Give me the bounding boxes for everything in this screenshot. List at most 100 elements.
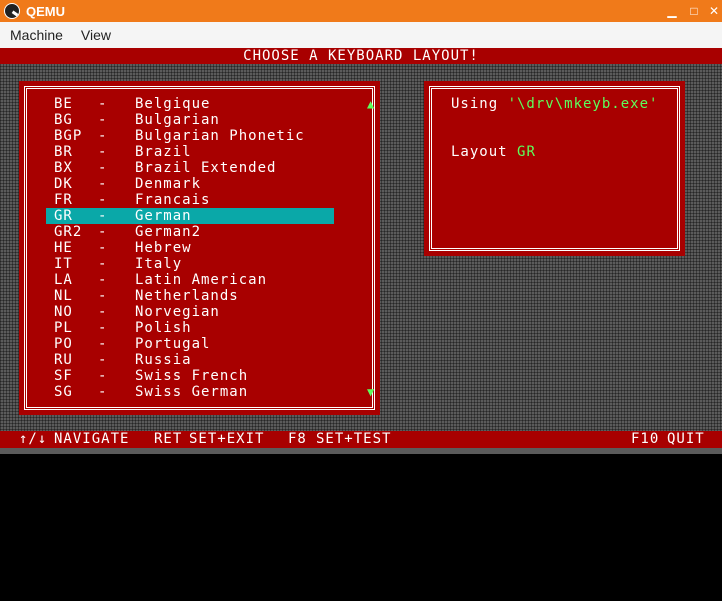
minimize-icon[interactable]: ▁ xyxy=(661,0,683,22)
info-panel: Using '\drv\mkeyb.exe' Layout GR xyxy=(424,81,685,256)
layout-row[interactable]: FR - Francais xyxy=(46,192,334,208)
layout-code: BG xyxy=(54,112,73,128)
separator-dash: - xyxy=(98,288,108,304)
separator-dash: - xyxy=(98,208,108,224)
separator-dash: - xyxy=(98,304,108,320)
layout-code: DK xyxy=(54,176,73,192)
maximize-icon[interactable]: □ xyxy=(683,0,705,22)
separator-dash: - xyxy=(98,352,108,368)
menu-machine[interactable]: Machine xyxy=(2,27,71,43)
separator-dash: - xyxy=(98,320,108,336)
layout-code: RU xyxy=(54,352,73,368)
menu-bar: Machine View xyxy=(0,22,722,49)
layout-name: Russia xyxy=(135,352,192,368)
layout-row[interactable]: HE - Hebrew xyxy=(46,240,334,256)
layout-row[interactable]: IT - Italy xyxy=(46,256,334,272)
layout-code: BR xyxy=(54,144,73,160)
title-bar: QEMU ▁ □ ✕ xyxy=(0,0,722,22)
layout-name: Norvegian xyxy=(135,304,220,320)
layout-code: GR2 xyxy=(54,224,83,240)
using-label: Using xyxy=(451,96,508,112)
separator-dash: - xyxy=(98,272,108,288)
separator-dash: - xyxy=(98,384,108,400)
layout-row[interactable]: SG - Swiss German xyxy=(46,384,334,400)
layout-code: LA xyxy=(54,272,73,288)
layout-row[interactable]: NL - Netherlands xyxy=(46,288,334,304)
layout-name: Netherlands xyxy=(135,288,239,304)
f8-label: SET+TEST xyxy=(316,431,392,447)
qemu-logo-icon xyxy=(4,3,20,19)
layout-name: Bulgarian xyxy=(135,112,220,128)
separator-dash: - xyxy=(98,368,108,384)
layout-row[interactable]: PL - Polish xyxy=(46,320,334,336)
separator-dash: - xyxy=(98,96,108,112)
layout-code: HE xyxy=(54,240,73,256)
ret-key: RET xyxy=(154,431,183,447)
layout-name: Swiss French xyxy=(135,368,249,384)
separator-dash: - xyxy=(98,192,108,208)
layout-code: SF xyxy=(54,368,73,384)
scroll-down-icon[interactable]: ▼ xyxy=(367,384,375,400)
separator-dash: - xyxy=(98,336,108,352)
layout-name: Latin American xyxy=(135,272,268,288)
layout-code: SG xyxy=(54,384,73,400)
layout-name: Belgique xyxy=(135,96,211,112)
close-icon[interactable]: ✕ xyxy=(703,0,722,22)
separator-dash: - xyxy=(98,112,108,128)
layout-name: Hebrew xyxy=(135,240,192,256)
layout-row[interactable]: LA - Latin American xyxy=(46,272,334,288)
separator-dash: - xyxy=(98,176,108,192)
layout-name: Brazil Extended xyxy=(135,160,277,176)
layout-row[interactable]: BX - Brazil Extended xyxy=(46,160,334,176)
separator-dash: - xyxy=(98,128,108,144)
layout-row[interactable]: NO - Norvegian xyxy=(46,304,334,320)
layout-name: Francais xyxy=(135,192,211,208)
menu-view[interactable]: View xyxy=(73,27,119,43)
layout-code: BGP xyxy=(54,128,83,144)
layout-code: FR xyxy=(54,192,73,208)
layout-row[interactable]: BG - Bulgarian xyxy=(46,112,334,128)
layout-name: German xyxy=(135,208,192,224)
separator-dash: - xyxy=(98,256,108,272)
separator-dash: - xyxy=(98,224,108,240)
layout-code: BX xyxy=(54,160,73,176)
key-help-bar: ↑/↓ NAVIGATE RET SET+EXIT F8 SET+TEST F1… xyxy=(0,431,722,448)
separator-dash: - xyxy=(98,144,108,160)
layout-row[interactable]: BGP - Bulgarian Phonetic xyxy=(46,128,334,144)
scroll-up-icon[interactable]: ▲ xyxy=(367,96,375,112)
layout-row[interactable]: RU - Russia xyxy=(46,352,334,368)
nav-key: ↑/↓ xyxy=(19,431,48,447)
layout-code: PL xyxy=(54,320,73,336)
layout-code: GR xyxy=(54,208,73,224)
layout-name: Denmark xyxy=(135,176,202,192)
ret-label: SET+EXIT xyxy=(189,431,265,447)
f10-key: F10 xyxy=(631,431,660,447)
layout-code: NO xyxy=(54,304,73,320)
layout-list-panel: BE - Belgique BG - Bulgarian BGP - Bulgarian Pho… xyxy=(19,81,380,415)
layout-row[interactable]: GR2- German2 xyxy=(46,224,334,240)
layout-code: NL xyxy=(54,288,73,304)
emulator-screen[interactable]: CHOOSE A KEYBOARD LAYOUT! BE - Belgique BG -… xyxy=(0,48,722,454)
layout-name: Brazil xyxy=(135,144,192,160)
separator-dash: - xyxy=(98,160,108,176)
using-value: '\drv\mkeyb.exe' xyxy=(507,96,659,112)
layout-name: German2 xyxy=(135,224,202,240)
layout-row[interactable]: BE - Belgique xyxy=(46,96,334,112)
layout-row[interactable]: GR - German xyxy=(46,208,334,224)
layout-line: Layout GR xyxy=(451,144,536,160)
layout-row[interactable]: SF - Swiss French xyxy=(46,368,334,384)
screen-bottom xyxy=(0,448,722,454)
layout-code: IT xyxy=(54,256,73,272)
layout-name: Bulgarian Phonetic xyxy=(135,128,305,144)
layout-name: Portugal xyxy=(135,336,211,352)
layout-name: Swiss German xyxy=(135,384,249,400)
nav-label: NAVIGATE xyxy=(54,431,130,447)
window-title: QEMU xyxy=(26,3,65,19)
layout-code: BE xyxy=(54,96,73,112)
layout-value: GR xyxy=(517,144,536,160)
layout-row[interactable]: PO - Portugal xyxy=(46,336,334,352)
layout-row[interactable]: DK - Denmark xyxy=(46,176,334,192)
f10-label: QUIT xyxy=(667,431,705,447)
layout-row[interactable]: BR - Brazil xyxy=(46,144,334,160)
using-line: Using '\drv\mkeyb.exe' xyxy=(451,96,658,112)
